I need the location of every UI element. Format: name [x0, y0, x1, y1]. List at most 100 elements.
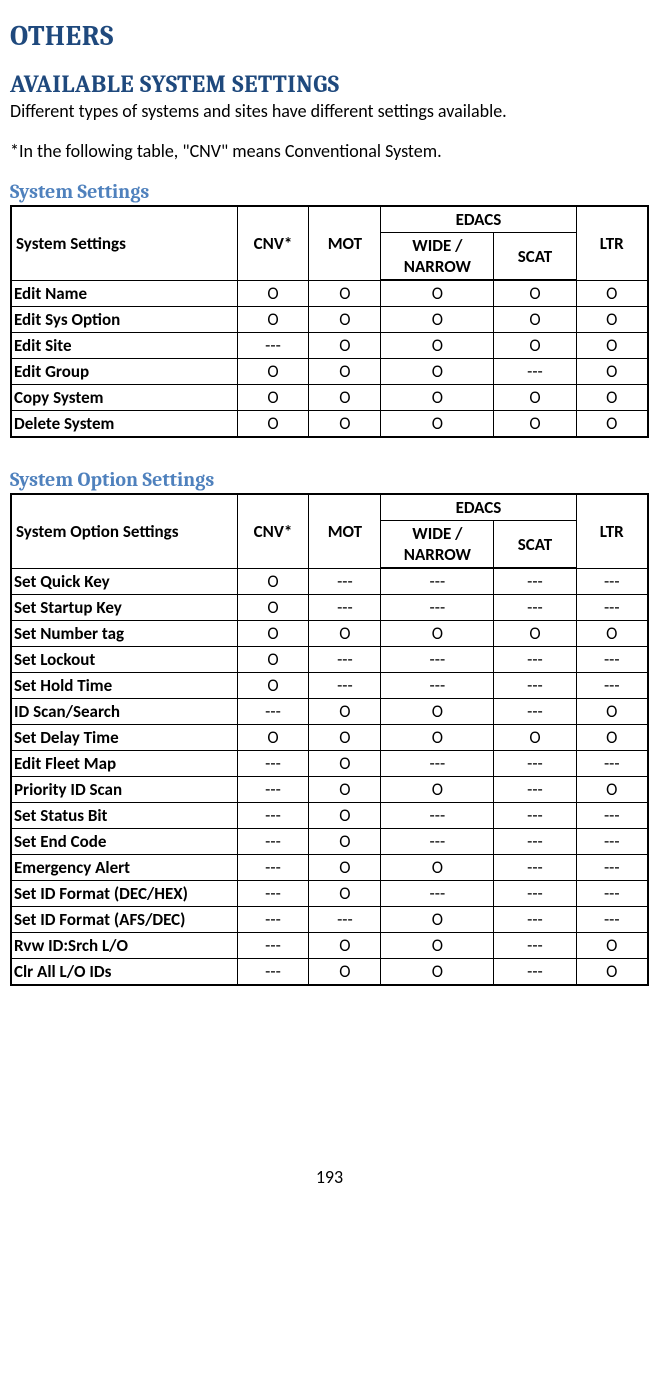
cell-value: O [381, 907, 494, 933]
cell-value: --- [494, 959, 576, 986]
cell-value: --- [381, 595, 494, 621]
cell-value: --- [237, 907, 309, 933]
section-heading-available: AVAILABLE SYSTEM SETTINGS [10, 70, 649, 98]
cell-value: --- [576, 855, 648, 881]
table-row: Edit Sys OptionOOOOO [11, 307, 648, 333]
cell-value: O [381, 411, 494, 438]
th-mot: MOT [309, 206, 381, 280]
cell-value: O [494, 307, 576, 333]
cell-value: O [237, 595, 309, 621]
table-row: Edit NameOOOOO [11, 280, 648, 307]
row-label: Edit Sys Option [11, 307, 237, 333]
cell-value: O [576, 307, 648, 333]
cell-value: O [309, 959, 381, 986]
cell-value: O [381, 777, 494, 803]
cell-value: O [237, 411, 309, 438]
cell-value: --- [494, 881, 576, 907]
cell-value: --- [494, 595, 576, 621]
table-row: Edit Fleet Map---O--------- [11, 751, 648, 777]
th-edacs: EDACS [381, 206, 576, 233]
row-label: Set End Code [11, 829, 237, 855]
cell-value: O [381, 959, 494, 986]
table-row: Set Delay TimeOOOOO [11, 725, 648, 751]
table-row: Clr All L/O IDs---OO---O [11, 959, 648, 986]
cell-value: O [576, 621, 648, 647]
table-row: Set Status Bit---O--------- [11, 803, 648, 829]
cell-value: O [309, 333, 381, 359]
table-row: Edit GroupOOO---O [11, 359, 648, 385]
cell-value: O [381, 855, 494, 881]
cell-value: --- [381, 751, 494, 777]
cell-value: --- [576, 595, 648, 621]
cell-value: O [309, 411, 381, 438]
cell-value: O [381, 621, 494, 647]
cell-value: O [576, 385, 648, 411]
cell-value: --- [494, 777, 576, 803]
subheading-system-option-settings: System Option Settings [10, 468, 649, 491]
table-row: Set ID Format (DEC/HEX)---O--------- [11, 881, 648, 907]
cell-value: --- [381, 803, 494, 829]
row-label: Set Startup Key [11, 595, 237, 621]
cell-value: --- [237, 829, 309, 855]
cell-value: --- [237, 855, 309, 881]
cell-value: --- [494, 855, 576, 881]
cell-value: --- [237, 881, 309, 907]
cell-value: O [237, 725, 309, 751]
th-scat: SCAT [494, 521, 576, 569]
cell-value: O [237, 568, 309, 595]
cell-value: O [309, 829, 381, 855]
cell-value: --- [494, 568, 576, 595]
th-wide-narrow: WIDE / NARROW [381, 521, 494, 569]
cell-value: O [309, 751, 381, 777]
cell-value: O [237, 673, 309, 699]
th-ltr: LTR [576, 494, 648, 568]
row-label: Priority ID Scan [11, 777, 237, 803]
table-row: Set Quick KeyO------------ [11, 568, 648, 595]
row-label: Set ID Format (AFS/DEC) [11, 907, 237, 933]
cell-value: --- [309, 673, 381, 699]
cell-value: O [576, 411, 648, 438]
th-cnv: CNV* [237, 494, 309, 568]
cell-value: --- [237, 959, 309, 986]
cell-value: --- [494, 673, 576, 699]
cell-value: O [381, 699, 494, 725]
cell-value: O [237, 359, 309, 385]
cell-value: --- [576, 803, 648, 829]
th-mot: MOT [309, 494, 381, 568]
intro-paragraph-1: Different types of systems and sites hav… [10, 100, 649, 122]
system-settings-table: System Settings CNV* MOT EDACS LTR WIDE … [10, 205, 649, 438]
cell-value: --- [576, 751, 648, 777]
cell-value: O [576, 933, 648, 959]
page-number: 193 [10, 1166, 649, 1188]
row-label: Delete System [11, 411, 237, 438]
cell-value: --- [237, 751, 309, 777]
cell-value: O [381, 725, 494, 751]
cell-value: O [309, 881, 381, 907]
th-system-option-settings: System Option Settings [11, 494, 237, 568]
cell-value: O [309, 359, 381, 385]
cell-value: O [381, 359, 494, 385]
cell-value: O [309, 777, 381, 803]
cell-value: O [576, 959, 648, 986]
cell-value: --- [576, 829, 648, 855]
cell-value: O [309, 699, 381, 725]
cell-value: O [309, 307, 381, 333]
cell-value: --- [576, 647, 648, 673]
cell-value: --- [494, 751, 576, 777]
cell-value: O [309, 855, 381, 881]
cell-value: O [237, 280, 309, 307]
table-row: Set Number tagOOOOO [11, 621, 648, 647]
table-row: Set ID Format (AFS/DEC)------O------ [11, 907, 648, 933]
cell-value: --- [494, 933, 576, 959]
cell-value: --- [237, 803, 309, 829]
row-label: Edit Site [11, 333, 237, 359]
row-label: Set Number tag [11, 621, 237, 647]
table-row: Set Hold TimeO------------ [11, 673, 648, 699]
cell-value: O [309, 385, 381, 411]
th-edacs: EDACS [381, 494, 576, 521]
row-label: Edit Fleet Map [11, 751, 237, 777]
table-row: Rvw ID:Srch L/O---OO---O [11, 933, 648, 959]
cell-value: O [381, 307, 494, 333]
cell-value: O [576, 725, 648, 751]
cell-value: O [237, 307, 309, 333]
